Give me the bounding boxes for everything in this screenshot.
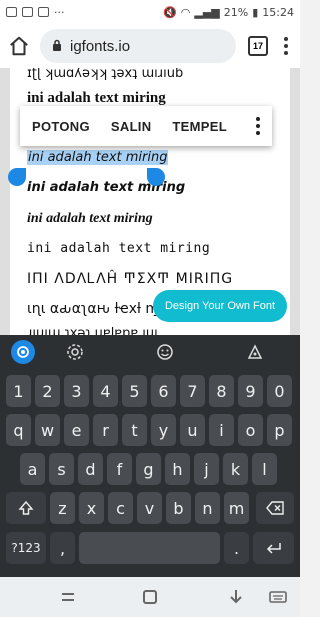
font-sample[interactable]: ini adalah text miring <box>27 211 153 227</box>
recent-apps-icon[interactable] <box>58 587 78 607</box>
keyboard-switch-icon[interactable] <box>268 587 288 607</box>
key-d[interactable]: d <box>78 453 103 485</box>
browser-menu-icon[interactable] <box>280 37 292 55</box>
key-b[interactable]: b <box>166 492 191 524</box>
key-4[interactable]: 4 <box>93 375 118 407</box>
keyboard-app-icon[interactable] <box>11 340 35 364</box>
selected-font-sample[interactable]: ini adalah text miring <box>27 150 169 165</box>
cut-button[interactable]: POTONG <box>32 119 90 134</box>
settings-icon[interactable] <box>64 341 86 363</box>
battery-icon: ▮ <box>252 5 259 19</box>
key-r[interactable]: r <box>93 414 118 446</box>
period-key[interactable]: . <box>224 532 249 564</box>
key-x[interactable]: x <box>79 492 104 524</box>
font-sample[interactable]: ɪʈɭ ʞɯɑʎǝʞʞ ʇǝxʇ ɯıɹıuƃ <box>27 68 183 81</box>
key-l[interactable]: l <box>252 453 277 485</box>
key-v[interactable]: v <box>137 492 162 524</box>
font-sample[interactable]: ΙΠΙ ΛDΛᏞΛĤ ͲΣXͲ MIRIΠG <box>27 271 233 287</box>
paste-button[interactable]: TEMPEL <box>172 119 227 134</box>
symbols-key[interactable]: ?123 <box>6 532 46 564</box>
battery-percent: 21% <box>223 5 249 19</box>
key-z[interactable]: z <box>50 492 75 524</box>
spacebar-key[interactable] <box>79 532 220 564</box>
key-q[interactable]: q <box>6 414 31 446</box>
lock-icon <box>52 38 62 55</box>
message-notification-icon <box>38 7 49 17</box>
key-k[interactable]: k <box>223 453 248 485</box>
url-text: igfonts.io <box>70 37 131 55</box>
status-bar: ··· 🔇 ◠ ▂▄▆ 21% ▮ 15:24 <box>0 0 300 24</box>
photo-notification-icon <box>22 7 33 17</box>
backspace-icon <box>266 501 284 515</box>
key-p[interactable]: p <box>267 414 292 446</box>
key-w[interactable]: w <box>35 414 60 446</box>
key-5[interactable]: 5 <box>122 375 147 407</box>
key-8[interactable]: 8 <box>209 375 234 407</box>
key-h[interactable]: h <box>165 453 190 485</box>
key-g[interactable]: g <box>136 453 161 485</box>
font-sample[interactable]: ɹıuıɯ ʇxǝʇ ɥɐlɐpɐ ıuı <box>27 326 158 335</box>
copy-button[interactable]: SALIN <box>111 119 152 134</box>
enter-key[interactable] <box>253 532 294 564</box>
key-o[interactable]: o <box>238 414 263 446</box>
key-c[interactable]: c <box>108 492 133 524</box>
theme-palette-icon[interactable] <box>244 341 266 363</box>
shift-key[interactable] <box>6 492 46 524</box>
text-selection-menu: POTONG SALIN TEMPEL <box>20 106 272 146</box>
key-2[interactable]: 2 <box>35 375 60 407</box>
address-bar[interactable]: igfonts.io <box>40 29 236 63</box>
backspace-key[interactable] <box>256 492 294 524</box>
wifi-icon: ◠ <box>180 5 191 19</box>
key-t[interactable]: t <box>122 414 147 446</box>
selection-end-handle[interactable] <box>147 168 165 186</box>
key-1[interactable]: 1 <box>6 375 31 407</box>
key-a[interactable]: a <box>20 453 45 485</box>
key-f[interactable]: f <box>107 453 132 485</box>
hide-keyboard-icon[interactable] <box>226 587 246 607</box>
key-0[interactable]: 0 <box>267 375 292 407</box>
home-icon[interactable] <box>8 35 30 57</box>
selection-start-handle[interactable] <box>8 168 26 186</box>
system-navigation-bar <box>0 577 300 617</box>
key-i[interactable]: i <box>209 414 234 446</box>
signal-icon: ▂▄▆ <box>194 5 220 19</box>
key-e[interactable]: e <box>64 414 89 446</box>
key-u[interactable]: u <box>180 414 205 446</box>
shift-icon <box>18 500 34 515</box>
key-s[interactable]: s <box>49 453 74 485</box>
key-j[interactable]: j <box>194 453 219 485</box>
key-3[interactable]: 3 <box>64 375 89 407</box>
keyboard: 1 2 3 4 5 6 7 8 9 0 q w e r t y u i o p a s d f g h j k l z x c v b n m ?123… <box>0 335 300 577</box>
comma-key[interactable]: , <box>50 532 75 564</box>
keyboard-toolbar <box>0 335 300 369</box>
font-sample[interactable]: ini adalah text miring <box>27 241 210 256</box>
design-your-own-font-button[interactable]: Design Your Own Font <box>153 290 287 322</box>
more-options-icon[interactable] <box>256 117 260 135</box>
key-9[interactable]: 9 <box>238 375 263 407</box>
tab-switcher-button[interactable]: 17 <box>248 36 268 56</box>
enter-icon <box>266 543 281 554</box>
key-6[interactable]: 6 <box>151 375 176 407</box>
font-sample[interactable]: ini adalah text miring <box>27 90 166 107</box>
gallery-notification-icon <box>6 7 17 17</box>
key-n[interactable]: n <box>195 492 220 524</box>
key-7[interactable]: 7 <box>180 375 205 407</box>
mute-icon: 🔇 <box>163 5 177 19</box>
key-y[interactable]: y <box>151 414 176 446</box>
emoji-icon[interactable] <box>154 341 176 363</box>
clock: 15:24 <box>262 5 294 19</box>
key-m[interactable]: m <box>224 492 249 524</box>
home-nav-icon[interactable] <box>140 587 160 607</box>
browser-toolbar: igfonts.io 17 <box>0 24 300 68</box>
more-notifications-icon: ··· <box>54 5 65 19</box>
